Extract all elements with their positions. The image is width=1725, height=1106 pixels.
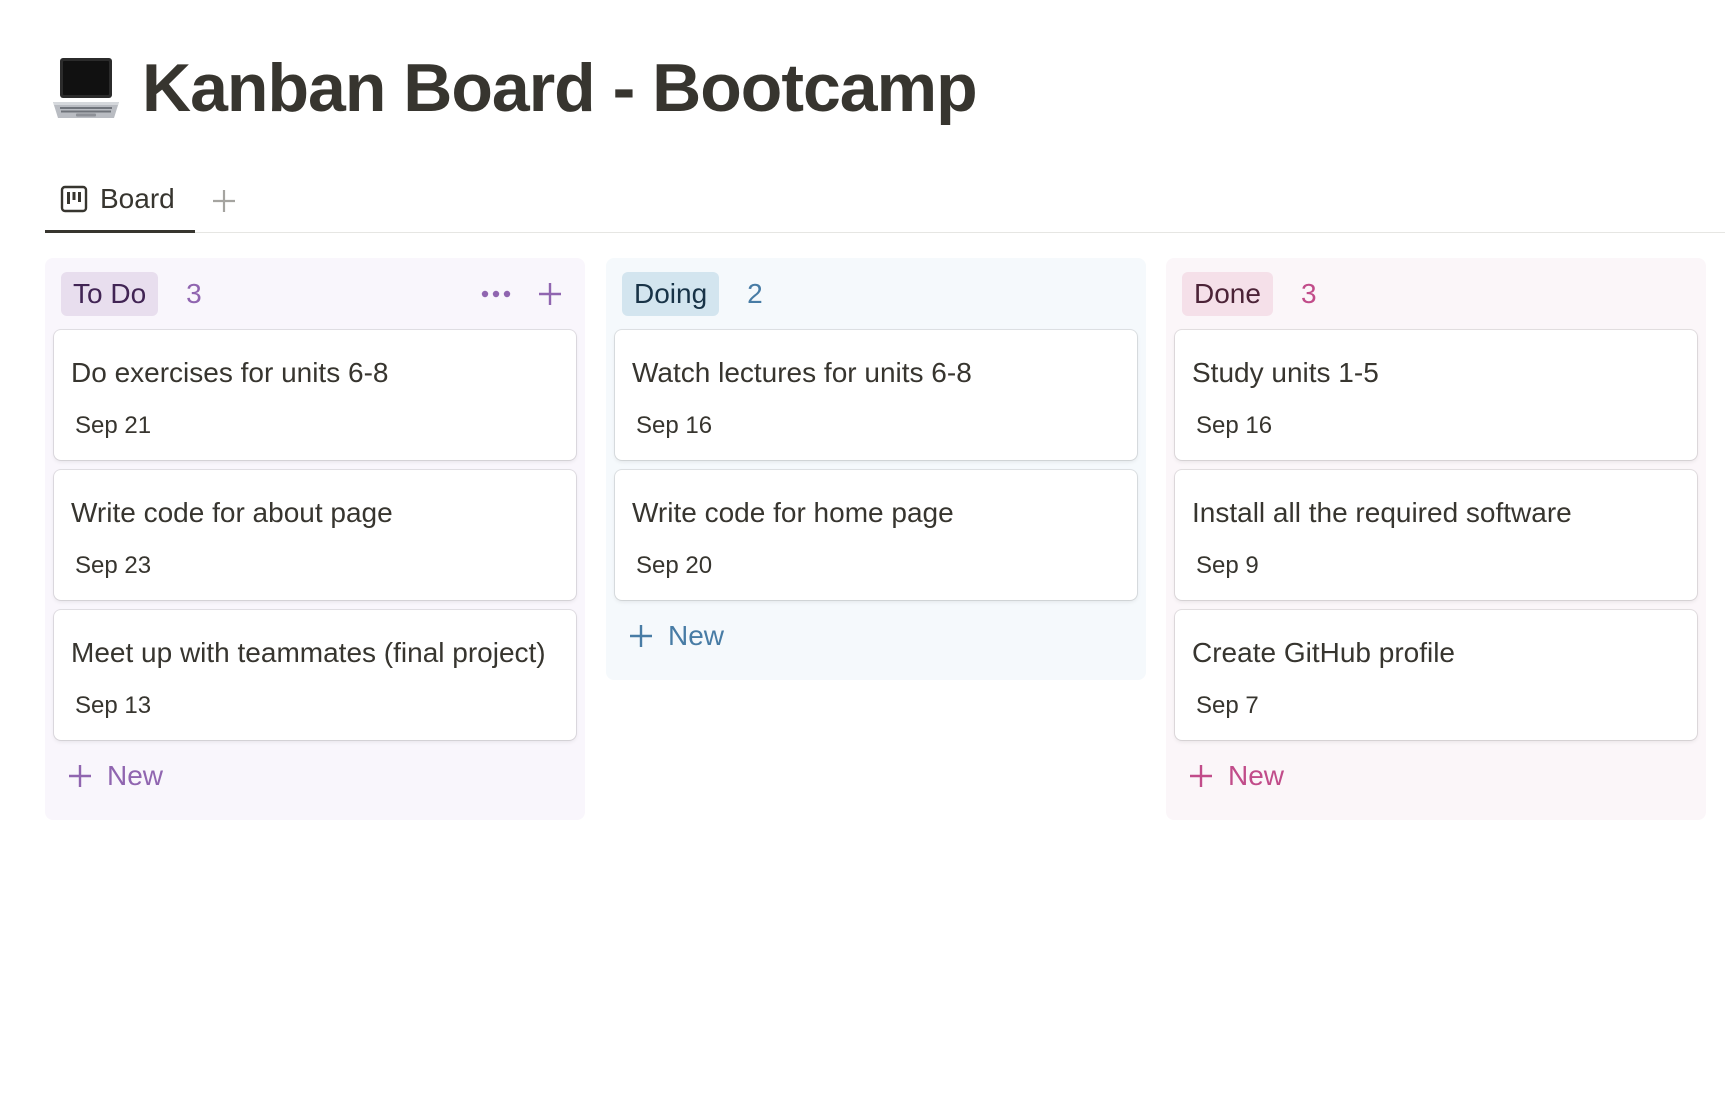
kanban-card[interactable]: Create GitHub profile Sep 7	[1175, 610, 1697, 740]
card-title: Study units 1-5	[1192, 357, 1379, 388]
column-actions	[477, 275, 569, 313]
column-header: To Do 3	[45, 258, 585, 330]
card-date: Sep 9	[1196, 552, 1259, 579]
kanban-card[interactable]: Do exercises for units 6-8 Sep 21	[54, 330, 576, 460]
page-title: Kanban Board - Bootcamp	[142, 50, 978, 126]
column-count: 3	[1300, 278, 1317, 309]
plus-icon	[1190, 765, 1212, 787]
laptop-icon[interactable]	[50, 52, 122, 124]
card-title: Write code for about page	[71, 497, 393, 528]
card-date: Sep 23	[75, 552, 152, 579]
column-done: Done 3 Study units 1-5 Sep 16 Install al…	[1166, 258, 1706, 820]
column-add-button[interactable]	[531, 275, 569, 313]
plus-icon	[539, 283, 561, 305]
plus-icon	[630, 625, 652, 647]
new-card-button[interactable]: New	[606, 610, 1146, 662]
board-view-icon	[60, 185, 88, 213]
kanban-card[interactable]: Install all the required software Sep 9	[1175, 470, 1697, 600]
card-date: Sep 7	[1196, 692, 1259, 719]
kanban-card[interactable]: Meet up with teammates (final project) S…	[54, 610, 576, 740]
new-card-label: New	[668, 620, 725, 651]
card-title: Create GitHub profile	[1192, 637, 1456, 668]
card-date: Sep 13	[75, 692, 152, 719]
tab-board[interactable]: Board	[45, 168, 195, 233]
column-doing: Doing 2 Watch lectures for units 6-8 Sep…	[606, 258, 1146, 680]
card-title: Install all the required software	[1192, 497, 1572, 528]
new-card-label: New	[107, 760, 164, 791]
column-header: Doing 2	[606, 258, 1146, 330]
card-title: Watch lectures for units 6-8	[632, 357, 972, 388]
tab-label: Board	[100, 183, 175, 214]
view-tabs: Board	[45, 168, 1725, 233]
page-header: Kanban Board - Bootcamp	[50, 50, 978, 126]
new-card-button[interactable]: New	[1166, 750, 1706, 802]
column-count: 3	[186, 278, 202, 309]
status-badge[interactable]: To Do	[61, 272, 159, 316]
page: Kanban Board - Bootcamp Board To Do 3 Do…	[0, 0, 1725, 1106]
column-count: 2	[747, 278, 763, 309]
card-date: Sep 16	[1196, 412, 1273, 439]
column-options-button[interactable]	[477, 275, 515, 313]
kanban-card[interactable]: Study units 1-5 Sep 16	[1175, 330, 1697, 460]
card-title: Do exercises for units 6-8	[71, 357, 389, 388]
kanban-card[interactable]: Watch lectures for units 6-8 Sep 16	[615, 330, 1137, 460]
card-title: Write code for home page	[632, 497, 954, 528]
new-card-label: New	[1228, 760, 1285, 791]
column-header: Done 3	[1166, 258, 1706, 330]
more-horizontal-icon	[481, 290, 511, 298]
card-date: Sep 16	[636, 412, 713, 439]
plus-icon	[69, 765, 91, 787]
status-badge[interactable]: Done	[1182, 272, 1273, 316]
new-card-button[interactable]: New	[45, 750, 585, 802]
card-date: Sep 21	[75, 412, 152, 439]
kanban-card[interactable]: Write code for home page Sep 20	[615, 470, 1137, 600]
plus-icon	[213, 190, 235, 212]
status-badge[interactable]: Doing	[622, 272, 720, 316]
kanban-card[interactable]: Write code for about page Sep 23	[54, 470, 576, 600]
card-title: Meet up with teammates (final project)	[71, 637, 546, 668]
card-date: Sep 20	[636, 552, 713, 579]
column-to-do: To Do 3 Do exercises for units 6-8 Sep 2…	[45, 258, 585, 820]
add-view-button[interactable]	[205, 182, 243, 220]
